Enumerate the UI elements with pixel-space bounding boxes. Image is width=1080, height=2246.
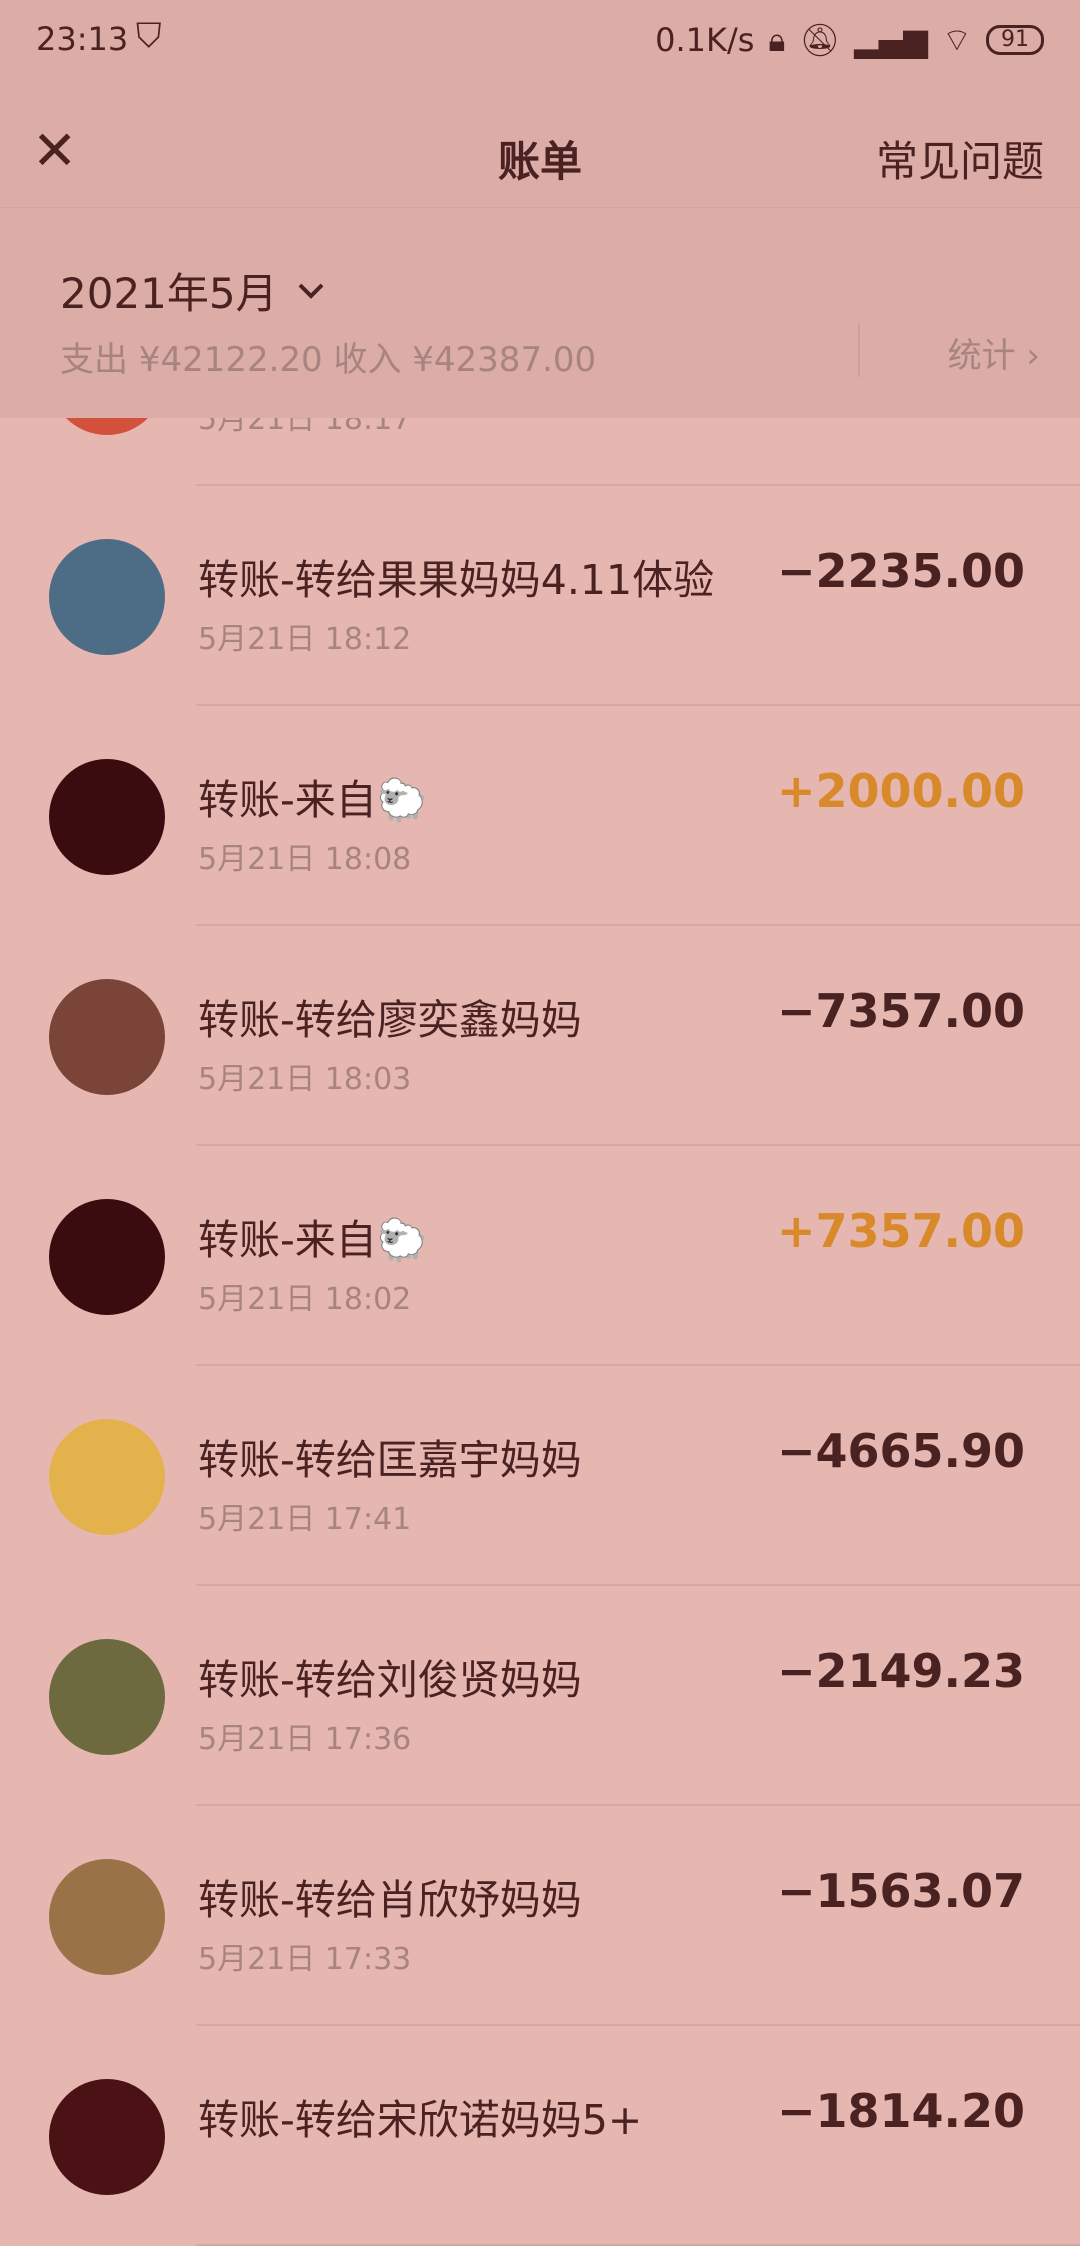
month-selector[interactable]: 2021年5月 xyxy=(60,260,326,321)
avatar xyxy=(49,539,165,655)
transaction-list: 5月21日 18:17 转账-转给果果妈妈4.11体验 5月21日 18:12 … xyxy=(0,266,1080,2246)
transaction-amount: −1814.20 xyxy=(776,2084,1025,2138)
transaction-amount: −7357.00 xyxy=(776,984,1025,1038)
transaction-row[interactable]: 转账-转给肖欣妤妈妈 5月21日 17:33 −1563.07 xyxy=(0,1806,1080,2026)
month-label: 2021年5月 xyxy=(60,269,278,318)
avatar xyxy=(49,979,165,1095)
transaction-title: 转账-转给廖奕鑫妈妈 xyxy=(198,996,582,1044)
transaction-amount: −4665.90 xyxy=(776,1424,1025,1478)
transaction-amount: −2235.00 xyxy=(776,544,1025,598)
transaction-title: 转账-转给果果妈妈4.11体验 xyxy=(198,556,715,604)
transaction-title: 转账-转给肖欣妤妈妈 xyxy=(198,1876,582,1924)
transaction-date: 5月21日 18:03 xyxy=(198,1062,412,1097)
avatar xyxy=(49,1199,165,1315)
transaction-date: 5月21日 18:02 xyxy=(198,1282,412,1317)
lock-icon: 🔒︎ xyxy=(768,20,786,59)
avatar xyxy=(49,1859,165,1975)
transaction-row[interactable]: 转账-转给廖奕鑫妈妈 5月21日 18:03 −7357.00 xyxy=(0,926,1080,1146)
transaction-title: 转账-转给宋欣诺妈妈5+ xyxy=(198,2096,643,2144)
signal-icon: ▂▄▆ xyxy=(854,21,928,59)
avatar xyxy=(49,759,165,875)
stats-link[interactable]: 统计 › xyxy=(948,328,1040,377)
transaction-amount: −1563.07 xyxy=(776,1864,1025,1918)
chevron-right-icon: › xyxy=(1026,336,1040,376)
divider xyxy=(858,323,860,377)
avatar xyxy=(49,1419,165,1535)
avatar xyxy=(49,1639,165,1755)
transaction-date: 5月21日 18:08 xyxy=(198,842,412,877)
transaction-title: 转账-来自🐑 xyxy=(198,1216,428,1264)
faq-link[interactable]: 常见问题 xyxy=(876,128,1044,189)
transaction-date: 5月21日 18:12 xyxy=(198,622,412,657)
transaction-date: 5月21日 17:33 xyxy=(198,1942,412,1977)
bell-muted-icon: 🔕︎ xyxy=(799,21,841,59)
battery-icon: 91 xyxy=(986,25,1044,55)
transaction-date: 5月21日 17:41 xyxy=(198,1502,412,1537)
top-nav: ✕ 账单 常见问题 xyxy=(0,100,1080,207)
totals-text: 支出 ¥42122.20 收入 ¥42387.00 xyxy=(60,340,597,380)
avatar xyxy=(49,2079,165,2195)
transaction-row[interactable]: 转账-来自🐑 5月21日 18:08 +2000.00 xyxy=(0,706,1080,926)
transaction-row[interactable]: 转账-转给匡嘉宇妈妈 5月21日 17:41 −4665.90 xyxy=(0,1366,1080,1586)
wifi-icon: ⌔ xyxy=(941,21,972,59)
net-speed: 0.1K/s xyxy=(655,21,755,59)
transaction-title: 转账-转给刘俊贤妈妈 xyxy=(198,1656,582,1704)
month-summary: 2021年5月 支出 ¥42122.20 收入 ¥42387.00 统计 › xyxy=(0,207,1080,418)
transaction-row[interactable]: 转账-来自🐑 5月21日 18:02 +7357.00 xyxy=(0,1146,1080,1366)
status-time: 23:13 xyxy=(36,20,129,58)
status-bar: 23:13 ⛉ 0.1K/s 🔒︎ 🔕︎ ▂▄▆ ⌔ 91 xyxy=(0,0,1080,100)
transaction-title: 转账-来自🐑 xyxy=(198,776,428,824)
transaction-amount: −2149.23 xyxy=(776,1644,1025,1698)
transaction-amount: +2000.00 xyxy=(776,764,1025,818)
transaction-date: 5月21日 17:36 xyxy=(198,1722,412,1757)
transaction-row[interactable]: 转账-转给果果妈妈4.11体验 5月21日 18:12 −2235.00 xyxy=(0,486,1080,706)
stats-label: 统计 xyxy=(947,336,1016,376)
transaction-row[interactable]: 转账-转给宋欣诺妈妈5+ −1814.20 xyxy=(0,2026,1080,2246)
transaction-amount: +7357.00 xyxy=(776,1204,1025,1258)
chevron-down-icon xyxy=(298,283,324,299)
transaction-title: 转账-转给匡嘉宇妈妈 xyxy=(198,1436,582,1484)
shield-icon: ⛉ xyxy=(136,16,162,56)
transaction-row[interactable]: 转账-转给刘俊贤妈妈 5月21日 17:36 −2149.23 xyxy=(0,1586,1080,1806)
